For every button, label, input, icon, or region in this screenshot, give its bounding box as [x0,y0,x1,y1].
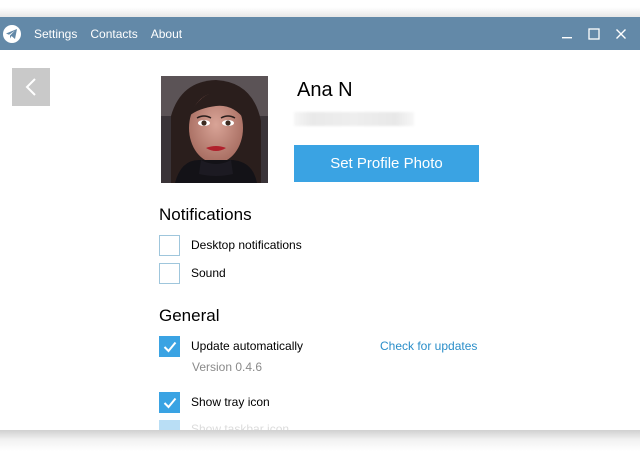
set-profile-photo-button[interactable]: Set Profile Photo [294,145,479,182]
chevron-left-icon [25,78,36,96]
menu-contacts[interactable]: Contacts [90,27,137,41]
menu-about[interactable]: About [151,27,182,41]
show-tray-icon-label[interactable]: Show tray icon [191,395,270,409]
update-automatically-label[interactable]: Update automatically [191,339,303,353]
sound-checkbox[interactable] [159,263,180,284]
window-controls [553,17,634,50]
minimize-icon[interactable] [553,17,580,50]
general-heading: General [159,306,220,325]
title-bar: Settings Contacts About [0,17,640,50]
main-menu: Settings Contacts About [34,17,182,50]
checkmark-icon [163,341,177,353]
avatar[interactable] [161,76,268,183]
back-button[interactable] [12,68,50,106]
sound-label[interactable]: Sound [191,266,226,280]
close-icon[interactable] [607,17,634,50]
checkmark-icon [163,397,177,409]
profile-name: Ana N [297,79,353,101]
maximize-icon[interactable] [580,17,607,50]
show-tray-icon-checkbox[interactable] [159,392,180,413]
paper-plane-icon [3,25,21,43]
phone-number-redacted [294,112,414,126]
check-for-updates-link[interactable]: Check for updates [380,339,477,353]
settings-window: Settings Contacts About Ana N Set Profil… [0,17,640,431]
version-text: Version 0.4.6 [192,360,263,374]
notifications-heading: Notifications [159,205,252,224]
desktop-notifications-label[interactable]: Desktop notifications [191,238,302,252]
frame-shadow-top [0,0,640,18]
update-automatically-checkbox[interactable] [159,336,180,357]
frame-shadow-bottom [0,430,640,451]
desktop-notifications-checkbox[interactable] [159,235,180,256]
menu-settings[interactable]: Settings [34,27,77,41]
